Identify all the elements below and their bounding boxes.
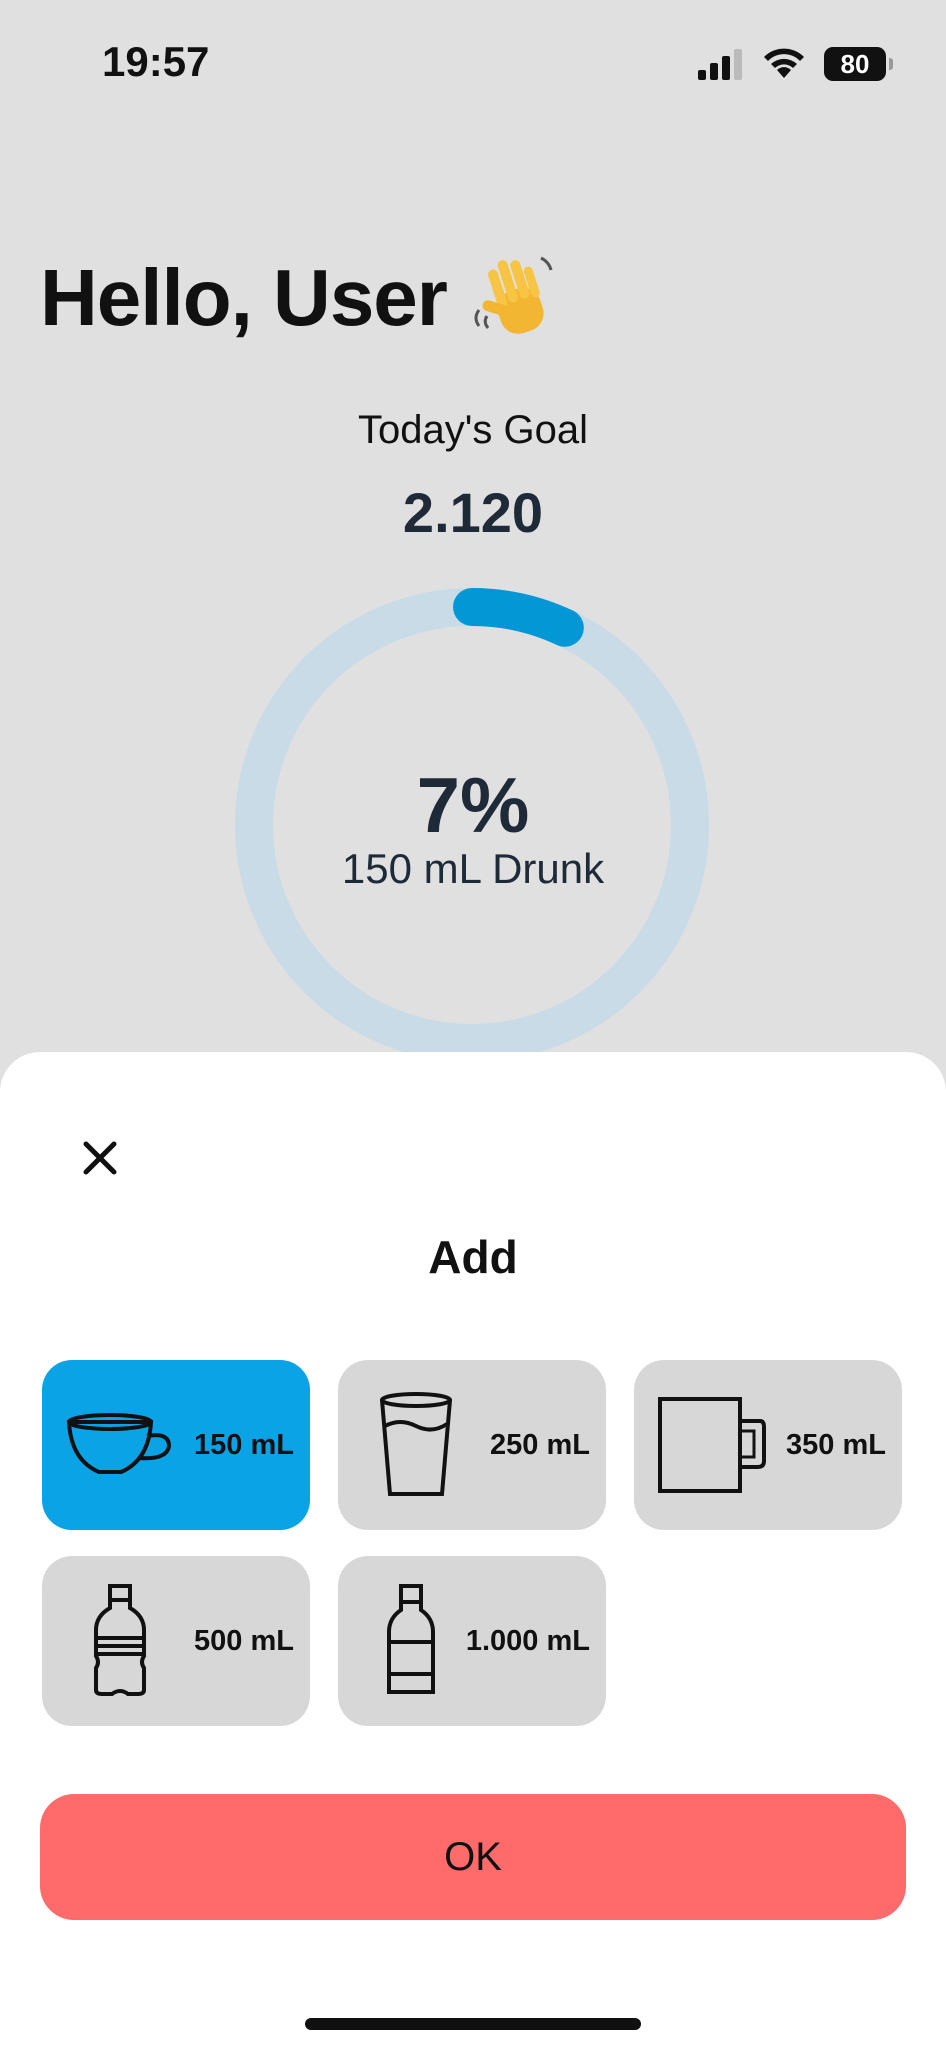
option-250ml[interactable]: 250 mL (338, 1360, 606, 1530)
greeting-text: Hello, User (40, 253, 448, 342)
status-time: 19:57 (102, 38, 210, 85)
option-150ml[interactable]: 150 mL (42, 1360, 310, 1530)
close-button[interactable] (70, 1128, 130, 1188)
goal-value: 2.120 (402, 481, 544, 544)
wifi-icon (764, 48, 804, 78)
greeting-row: Hello, User (40, 250, 563, 346)
option-label: 250 mL (490, 1428, 590, 1461)
add-drink-sheet: Add 150 mL 250 mL 350 mL 500 mL 1.000 mL… (0, 1052, 946, 2048)
home-indicator (305, 2018, 641, 2030)
option-label: 150 mL (194, 1428, 294, 1461)
cellular-signal-icon (698, 49, 742, 80)
drunk-amount: 150 mL Drunk (341, 845, 605, 892)
glass-icon (356, 1385, 476, 1505)
cup-icon (60, 1385, 180, 1505)
option-label: 500 mL (194, 1624, 294, 1657)
option-350ml[interactable]: 350 mL (634, 1360, 902, 1530)
option-1000ml[interactable]: 1.000 mL (338, 1556, 606, 1726)
status-icons: 80 (696, 44, 893, 84)
sheet-title: Add (428, 1231, 518, 1283)
battery-icon: 80 (824, 47, 893, 81)
mug-icon (652, 1385, 772, 1505)
small-bottle-icon (60, 1581, 180, 1701)
status-bar: 19:57 80 (0, 0, 946, 120)
option-500ml[interactable]: 500 mL (42, 1556, 310, 1726)
waving-hand-icon (474, 256, 553, 334)
large-bottle-icon (356, 1581, 466, 1701)
ok-button[interactable]: OK (40, 1794, 906, 1920)
goal-label: Today's Goal (358, 408, 588, 452)
option-label: 1.000 mL (465, 1624, 590, 1657)
progress-percent: 7% (416, 761, 530, 849)
option-label: 350 mL (786, 1428, 886, 1461)
close-icon (83, 1141, 117, 1175)
